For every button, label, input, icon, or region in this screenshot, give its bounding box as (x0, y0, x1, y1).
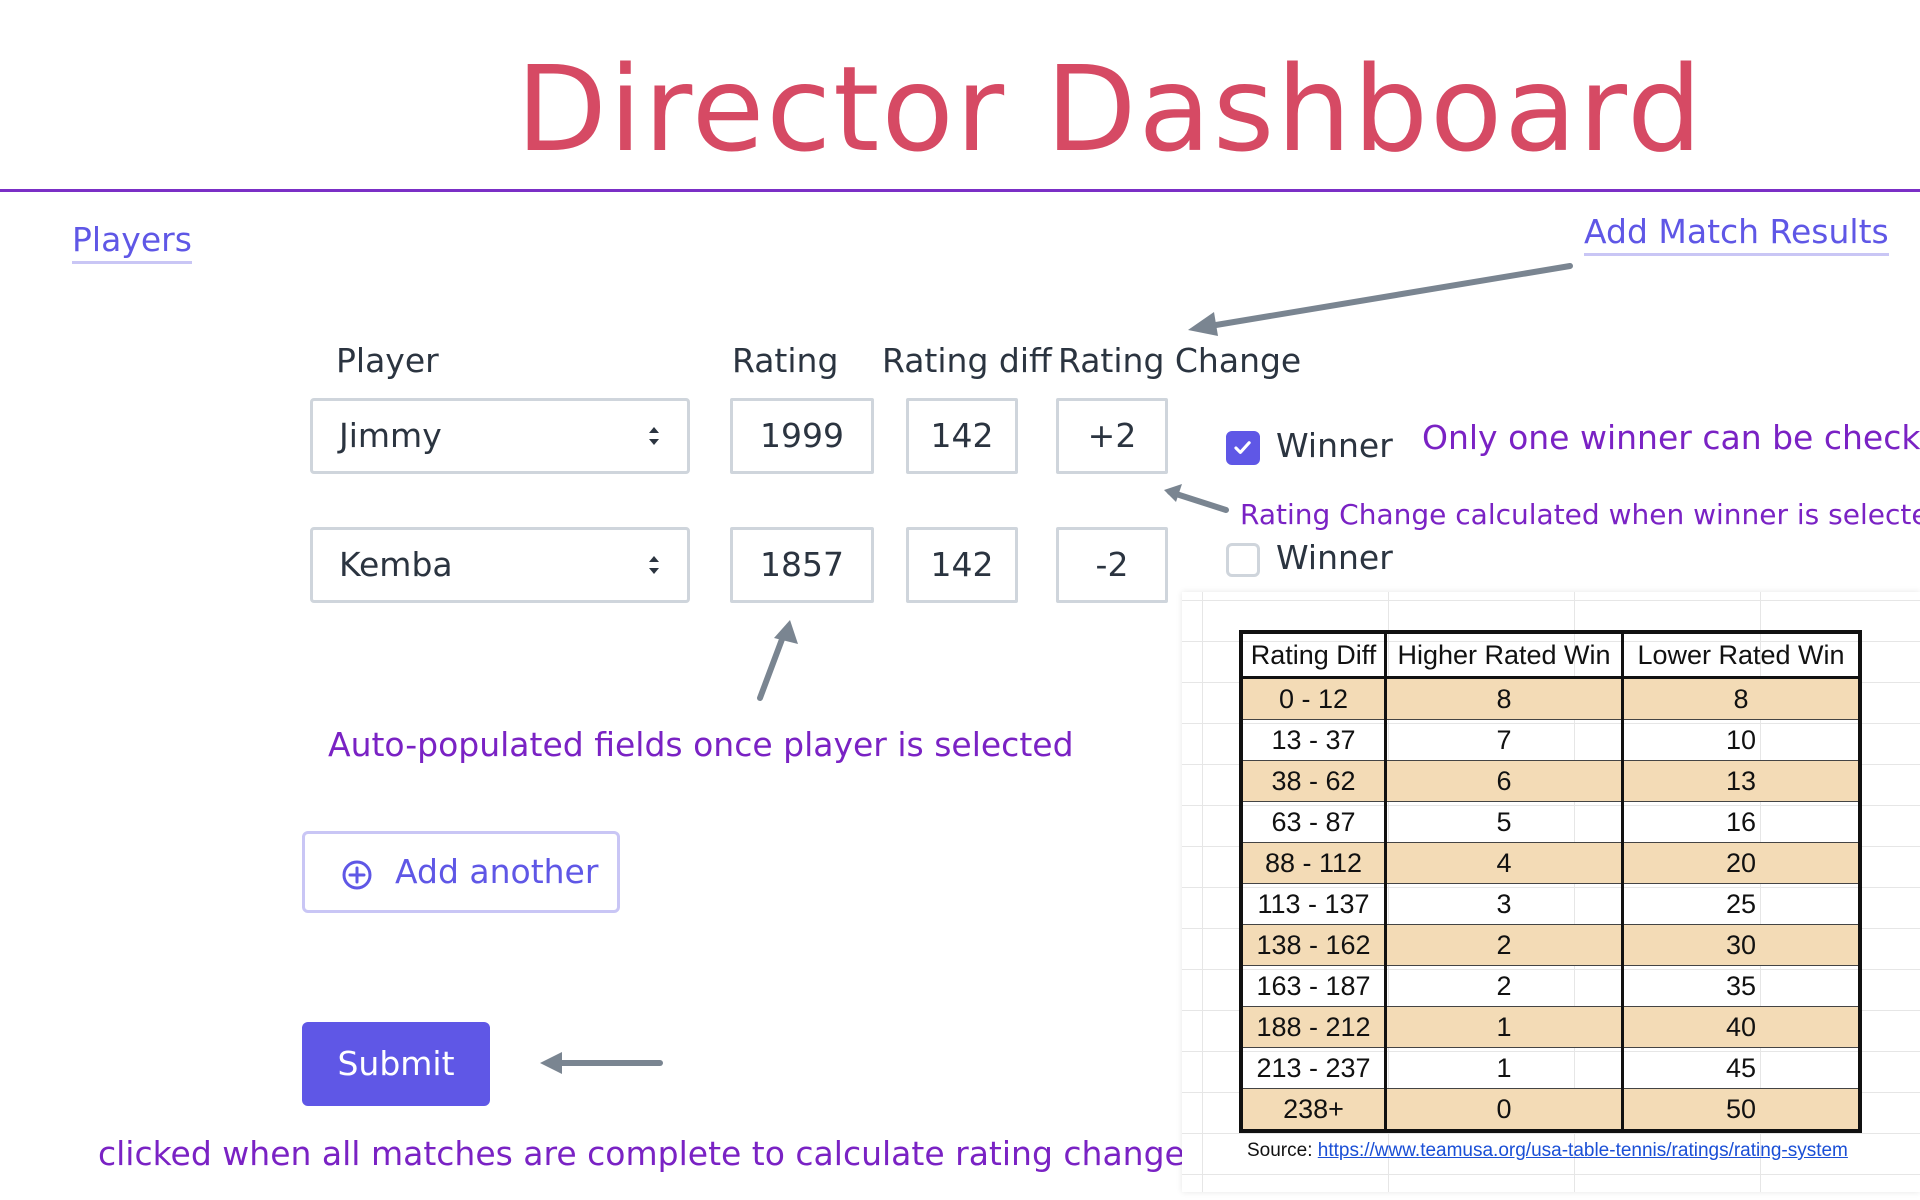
table-cell: 13 - 37 (1240, 719, 1387, 761)
arrow-icon (540, 1052, 663, 1074)
table-header-row: Rating Diff Higher Rated Win Lower Rated… (1240, 631, 1861, 679)
player-select[interactable]: Jimmy (310, 398, 690, 474)
table-row: 138 - 162 2 30 (1240, 924, 1861, 966)
rating-field: 1999 (730, 398, 874, 474)
table-cell: 40 (1622, 1006, 1861, 1048)
table-cell: 0 - 12 (1240, 677, 1387, 720)
table-cell: 1 (1385, 1047, 1624, 1089)
table-cell: 163 - 187 (1240, 965, 1387, 1007)
player-select-value: Kemba (339, 545, 453, 584)
column-header-player: Player (336, 341, 439, 380)
table-cell: 38 - 62 (1240, 760, 1387, 802)
winner-checkbox[interactable] (1226, 543, 1260, 577)
table-cell: 138 - 162 (1240, 924, 1387, 966)
column-header-rating: Rating (732, 341, 839, 380)
table-cell: 238+ (1240, 1088, 1387, 1132)
table-cell: 113 - 137 (1240, 883, 1387, 925)
table-row: 0 - 12 8 8 (1240, 677, 1861, 720)
table-row: 163 - 187 2 35 (1240, 965, 1861, 1007)
player-select[interactable]: Kemba (310, 527, 690, 603)
one-winner-note: Only one winner can be checked (1422, 418, 1920, 457)
table-cell: 88 - 112 (1240, 842, 1387, 884)
select-arrows-icon (649, 556, 659, 574)
table-row: 38 - 62 6 13 (1240, 760, 1861, 802)
table-row: 213 - 237 1 45 (1240, 1047, 1861, 1089)
page-title: Director Dashboard (516, 40, 1704, 178)
table-row: 13 - 37 7 10 (1240, 719, 1861, 761)
arrow-icon (757, 620, 798, 701)
rating-field: 1857 (730, 527, 874, 603)
source-label: Source: (1247, 1140, 1313, 1161)
auto-populated-note: Auto-populated fields once player is sel… (328, 725, 1074, 764)
table-cell: 63 - 87 (1240, 801, 1387, 843)
table-cell: 1 (1385, 1006, 1624, 1048)
players-link[interactable]: Players (72, 220, 192, 264)
rating-change-field: +2 (1056, 398, 1168, 474)
select-arrows-icon (649, 427, 659, 445)
table-header-cell: Higher Rated Win (1385, 631, 1624, 679)
table-row: 113 - 137 3 25 (1240, 883, 1861, 925)
plus-circle-icon (342, 860, 372, 890)
table-source: Source: https://www.teamusa.org/usa-tabl… (1247, 1140, 1848, 1162)
table-cell: 0 (1385, 1088, 1624, 1132)
table-row: 188 - 212 1 40 (1240, 1006, 1861, 1048)
table-row: 238+ 0 50 (1240, 1088, 1861, 1132)
add-another-button[interactable]: Add another (302, 831, 620, 913)
table-row: 63 - 87 5 16 (1240, 801, 1861, 843)
table-cell: 213 - 237 (1240, 1047, 1387, 1089)
table-cell: 7 (1385, 719, 1624, 761)
table-body: 0 - 12 8 8 13 - 37 7 10 38 - 62 6 13 63 - 87 5 16 88… (1240, 677, 1861, 1132)
table-cell: 3 (1385, 883, 1624, 925)
winner-label: Winner (1276, 538, 1393, 577)
rating-change-note: Rating Change calculated when winner is … (1240, 498, 1920, 531)
table-cell: 35 (1622, 965, 1861, 1007)
table-cell: 16 (1622, 801, 1861, 843)
table-cell: 4 (1385, 842, 1624, 884)
arrow-icon (1164, 484, 1229, 513)
table-cell: 8 (1622, 677, 1861, 720)
rating-diff-field: 142 (906, 527, 1018, 603)
table-cell: 50 (1622, 1088, 1861, 1132)
add-another-label: Add another (395, 852, 599, 891)
check-icon (1234, 441, 1251, 454)
player-select-value: Jimmy (339, 416, 442, 455)
arrow-icon (1188, 263, 1573, 336)
table-cell: 25 (1622, 883, 1861, 925)
table-cell: 188 - 212 (1240, 1006, 1387, 1048)
table-cell: 20 (1622, 842, 1861, 884)
submit-button[interactable]: Submit (302, 1022, 490, 1106)
rating-change-field: -2 (1056, 527, 1168, 603)
table-cell: 13 (1622, 760, 1861, 802)
table-cell: 30 (1622, 924, 1861, 966)
source-link[interactable]: https://www.teamusa.org/usa-table-tennis… (1318, 1140, 1848, 1161)
table-cell: 10 (1622, 719, 1861, 761)
column-header-rating-diff: Rating diff (882, 341, 1052, 380)
add-match-results-link[interactable]: Add Match Results (1584, 212, 1889, 256)
winner-label: Winner (1276, 426, 1393, 465)
rating-table-image: Rating Diff Higher Rated Win Lower Rated… (1182, 592, 1920, 1192)
header-divider (0, 189, 1920, 192)
table-cell: 2 (1385, 965, 1624, 1007)
table-row: 88 - 112 4 20 (1240, 842, 1861, 884)
rating-table: Rating Diff Higher Rated Win Lower Rated… (1239, 630, 1862, 1133)
column-header-rating-change: Rating Change (1058, 341, 1302, 380)
winner-checkbox[interactable] (1226, 431, 1260, 465)
table-header-cell: Rating Diff (1240, 631, 1387, 679)
table-cell: 45 (1622, 1047, 1861, 1089)
table-cell: 6 (1385, 760, 1624, 802)
rating-diff-field: 142 (906, 398, 1018, 474)
table-cell: 2 (1385, 924, 1624, 966)
table-cell: 8 (1385, 677, 1624, 720)
table-cell: 5 (1385, 801, 1624, 843)
submit-note: clicked when all matches are complete to… (98, 1134, 1203, 1173)
table-header-cell: Lower Rated Win (1622, 631, 1861, 679)
